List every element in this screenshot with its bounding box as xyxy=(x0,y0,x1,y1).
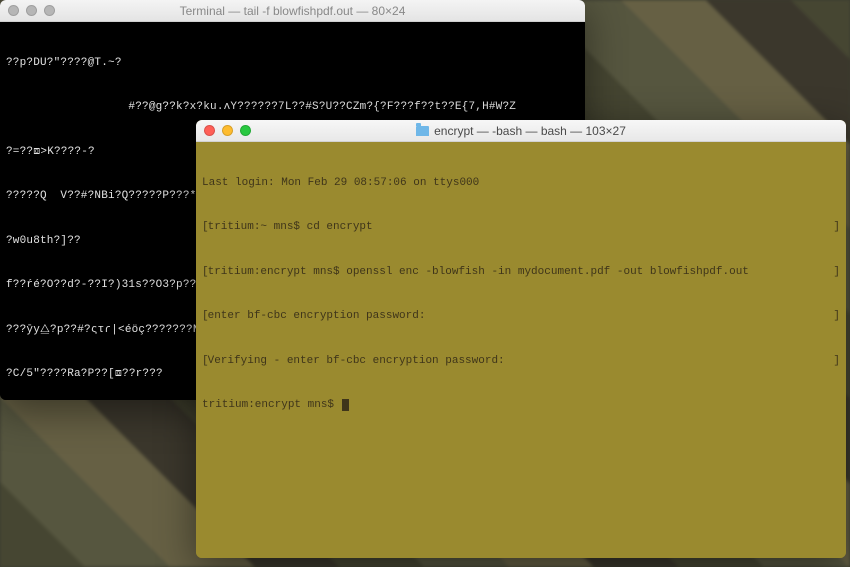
line-text: tritium:encrypt mns$ openssl enc -blowfi… xyxy=(208,266,749,278)
output-line: Last login: Mon Feb 29 08:57:06 on ttys0… xyxy=(202,176,840,191)
minimize-icon[interactable] xyxy=(222,125,233,136)
terminal-output-front[interactable]: Last login: Mon Feb 29 08:57:06 on ttys0… xyxy=(196,142,846,558)
cursor-icon xyxy=(342,399,349,411)
title-label: Terminal — tail -f blowfishpdf.out — 80×… xyxy=(180,4,406,18)
output-line: tritium:~ mns$ cd encrypt] xyxy=(202,220,840,235)
window-title-back: Terminal — tail -f blowfishpdf.out — 80×… xyxy=(180,4,406,18)
traffic-lights-front xyxy=(204,125,251,136)
title-label: encrypt — -bash — bash — 103×27 xyxy=(434,124,626,138)
folder-icon xyxy=(416,126,429,136)
line-text: tritium:~ mns$ cd encrypt xyxy=(208,221,373,233)
output-line: enter bf-cbc encryption password:] xyxy=(202,309,840,324)
prompt-text: tritium:encrypt mns$ xyxy=(202,399,341,411)
terminal-window-front[interactable]: encrypt — -bash — bash — 103×27 Last log… xyxy=(196,120,846,558)
window-title-front: encrypt — -bash — bash — 103×27 xyxy=(416,124,626,138)
traffic-lights-back xyxy=(8,5,55,16)
close-icon[interactable] xyxy=(204,125,215,136)
minimize-icon[interactable] xyxy=(26,5,37,16)
line-text: enter bf-cbc encryption password: xyxy=(208,310,426,322)
output-line: tritium:encrypt mns$ openssl enc -blowfi… xyxy=(202,265,840,280)
output-line: Verifying - enter bf-cbc encryption pass… xyxy=(202,354,840,369)
prompt-line: tritium:encrypt mns$ xyxy=(202,398,840,413)
titlebar-front[interactable]: encrypt — -bash — bash — 103×27 xyxy=(196,120,846,142)
zoom-icon[interactable] xyxy=(44,5,55,16)
line-text: Verifying - enter bf-cbc encryption pass… xyxy=(208,355,505,367)
close-icon[interactable] xyxy=(8,5,19,16)
titlebar-back[interactable]: Terminal — tail -f blowfishpdf.out — 80×… xyxy=(0,0,585,22)
zoom-icon[interactable] xyxy=(240,125,251,136)
output-line: #??@g??k?x?ku.ʌY??????7L??#S?U??CZm?{?F?… xyxy=(6,100,579,115)
output-line: ??p?DU?"????@T.~? xyxy=(6,56,579,71)
